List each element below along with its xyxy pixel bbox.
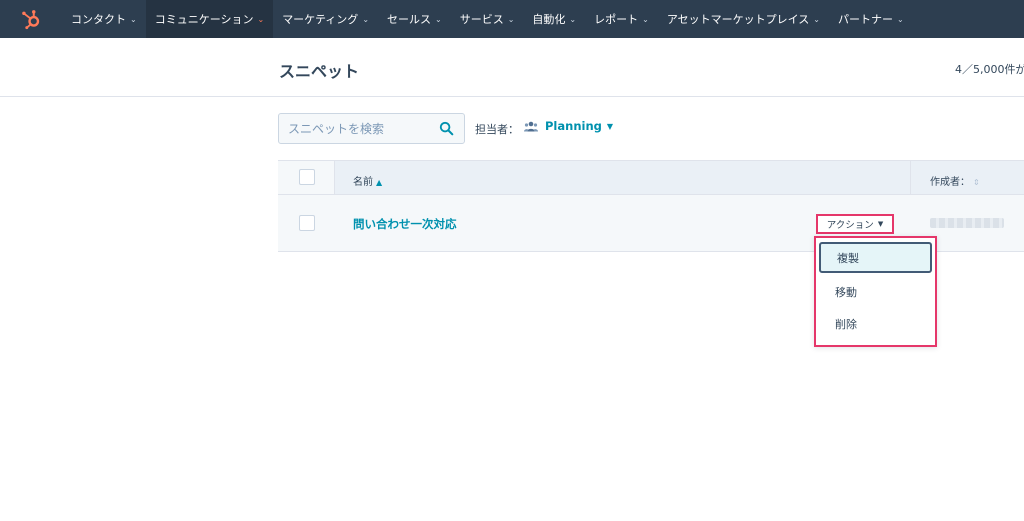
nav-menu: コンタクト ⌄ コミュニケーション ⌄ マーケティング ⌄ セールス ⌄ サービス ⌄ 自動化 ⌄ レポ… — [62, 0, 913, 38]
column-header-creator-label: 作成者： — [930, 177, 970, 188]
nav-item-conversations[interactable]: コミュニケーション ⌄ — [145, 0, 274, 38]
top-navigation: コンタクト ⌄ コミュニケーション ⌄ マーケティング ⌄ セールス ⌄ サービス ⌄ 自動化 ⌄ レポ… — [0, 0, 1024, 38]
select-all-checkbox[interactable] — [299, 169, 315, 185]
sort-ascending-icon: ▲ — [376, 178, 383, 187]
table-header: 名前 ▲ 作成者： ⇕ — [278, 160, 1024, 195]
chevron-down-icon: ⌄ — [813, 14, 820, 24]
nav-item-partner[interactable]: パートナー ⌄ — [829, 0, 913, 38]
header-checkbox-cell — [278, 161, 335, 194]
chevron-down-icon: ⌄ — [642, 14, 649, 24]
snippet-name-link[interactable]: 問い合わせ一次対応 — [353, 216, 457, 232]
actions-button[interactable]: アクション ▼ — [816, 214, 894, 234]
actions-dropdown-menu: 複製 移動 削除 — [814, 236, 937, 347]
owner-filter-dropdown[interactable]: Planning ▼ — [524, 119, 613, 133]
nav-item-asset-marketplace[interactable]: アセットマーケットプレイス ⌄ — [658, 0, 829, 38]
column-header-creator[interactable]: 作成者： ⇕ — [930, 173, 980, 188]
chevron-down-icon: ⌄ — [257, 14, 265, 24]
chevron-down-icon: ⌄ — [362, 14, 370, 24]
nav-item-service[interactable]: サービス ⌄ — [451, 0, 524, 38]
column-header-name-label: 名前 — [353, 177, 373, 188]
search-box[interactable] — [278, 113, 465, 144]
nav-item-label: セールス — [387, 13, 432, 26]
caret-down-icon: ▼ — [606, 121, 614, 131]
hubspot-logo-icon[interactable] — [0, 0, 62, 38]
nav-item-label: レポート — [594, 13, 639, 26]
page-title: スニペット — [279, 62, 360, 81]
chevron-down-icon: ⌄ — [569, 14, 577, 24]
owner-filter-label: 担当者： — [475, 123, 519, 136]
nav-item-label: サービス — [459, 13, 504, 26]
page-header: スニペット 4／5,000件が — [0, 38, 1024, 97]
record-count: 4／5,000件が — [955, 63, 1024, 76]
nav-item-label: パートナー — [837, 13, 893, 26]
nav-item-label: コミュニケーション — [154, 13, 254, 26]
menu-item-move[interactable]: 移動 — [819, 276, 932, 307]
sort-icon: ⇕ — [973, 178, 980, 187]
caret-down-icon: ▼ — [877, 220, 884, 228]
chevron-down-icon: ⌄ — [435, 14, 442, 24]
search-input[interactable] — [288, 121, 433, 136]
chevron-down-icon: ⌄ — [507, 14, 515, 24]
nav-item-reports[interactable]: レポート ⌄ — [585, 0, 658, 38]
chevron-down-icon: ⌄ — [896, 14, 904, 24]
nav-item-label: コンタクト — [71, 13, 126, 26]
nav-item-label: 自動化 — [532, 13, 566, 26]
nav-item-automation[interactable]: 自動化 ⌄ — [523, 0, 585, 38]
menu-item-delete[interactable]: 削除 — [819, 308, 932, 339]
nav-item-label: アセットマーケットプレイス — [666, 13, 810, 26]
nav-item-contacts[interactable]: コンタクト ⌄ — [62, 0, 146, 38]
owner-filter-value: Planning — [545, 119, 602, 133]
row-checkbox[interactable] — [299, 215, 315, 231]
search-icon[interactable] — [439, 121, 454, 140]
menu-item-duplicate[interactable]: 複製 — [819, 242, 932, 273]
column-header-name[interactable]: 名前 ▲ — [353, 173, 382, 188]
nav-item-label: マーケティング — [282, 13, 359, 26]
nav-item-marketing[interactable]: マーケティング ⌄ — [273, 0, 378, 38]
chevron-down-icon: ⌄ — [130, 14, 137, 24]
nav-item-sales[interactable]: セールス ⌄ — [378, 0, 451, 38]
team-icon — [524, 121, 538, 132]
actions-button-label: アクション — [826, 220, 874, 231]
creator-value-redacted — [930, 218, 1004, 228]
